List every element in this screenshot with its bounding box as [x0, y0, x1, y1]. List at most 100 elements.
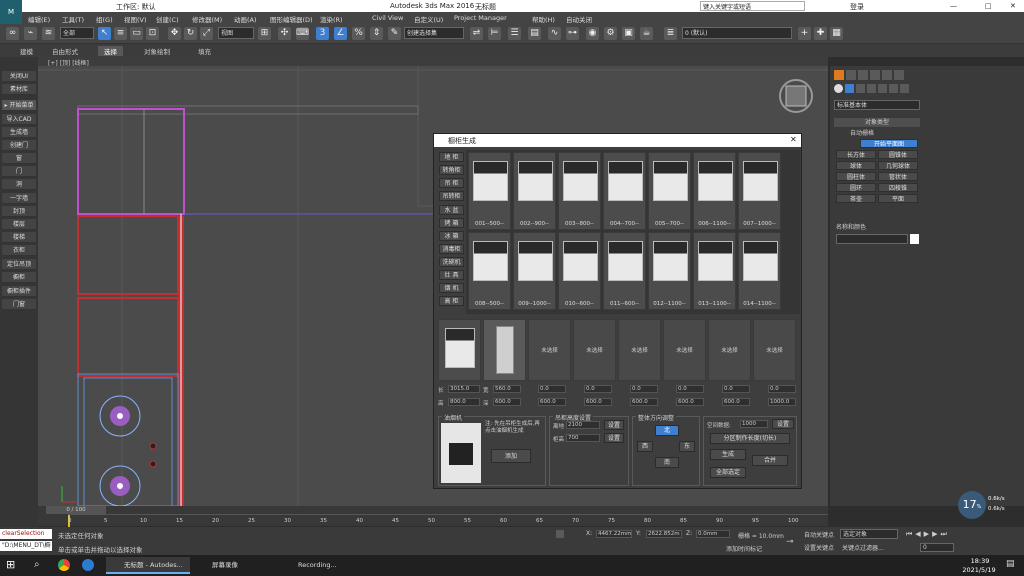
cabinet-thumb[interactable]: 001--500-- — [468, 152, 511, 230]
geosphere-button[interactable]: 几何球体 — [878, 161, 918, 170]
render-production-icon[interactable]: ☕ — [640, 27, 653, 40]
taskbar-recording[interactable]: Recording... — [280, 557, 360, 574]
left-item-import-cad[interactable]: 导入CAD — [2, 114, 36, 125]
layer-manager-icon[interactable]: ☰ — [508, 27, 521, 40]
close-ui-button[interactable]: 关闭UI — [2, 71, 36, 82]
menu-auto-close[interactable]: 自动关闭 — [566, 14, 592, 24]
mirror-icon[interactable]: ⇌ — [470, 27, 483, 40]
app-logo-icon[interactable]: M — [0, 0, 22, 24]
category-sink[interactable]: 水 盆 — [439, 205, 464, 215]
minimize-icon[interactable]: — — [950, 2, 957, 10]
dim-field[interactable]: 600.0 — [584, 398, 612, 406]
empty-slot[interactable]: 未选择 — [573, 319, 616, 381]
category-tall-cabinet[interactable]: 高 柜 — [439, 296, 464, 306]
dim-field[interactable]: 0.0 — [630, 385, 658, 393]
dim-field[interactable]: 600.0 — [630, 398, 658, 406]
notification-icon[interactable]: ▤ — [1006, 559, 1018, 571]
close-icon[interactable]: ✕ — [1010, 2, 1016, 10]
menu-edit[interactable]: 编辑(E) — [28, 14, 50, 24]
hood-add-button[interactable]: 添加 — [491, 449, 531, 463]
start-menu-header[interactable]: ▸ 开始菜单 — [2, 100, 36, 111]
menu-help[interactable]: 帮助(H) — [532, 14, 555, 24]
start-floorplan-button[interactable]: 开始平面图 — [860, 139, 918, 148]
dim-field[interactable]: 0.0 — [538, 385, 566, 393]
pyramid-button[interactable]: 四棱锥 — [878, 183, 918, 192]
tab-populate[interactable]: 填充 — [192, 46, 217, 56]
empty-slot[interactable]: 未选择 — [528, 319, 571, 381]
menu-civil-view[interactable]: Civil View — [372, 14, 403, 22]
link-icon[interactable]: ∞ — [6, 27, 19, 40]
motion-tab-icon[interactable] — [870, 70, 880, 80]
left-item-straight-wall[interactable]: 一字墙 — [2, 193, 36, 204]
left-item-cabinet[interactable]: 橱柜 — [2, 272, 36, 283]
windows-start-icon[interactable]: ⊞ — [6, 559, 18, 571]
torus-button[interactable]: 圆环 — [836, 183, 876, 192]
height-field[interactable]: 800.0 — [448, 398, 480, 406]
menu-view[interactable]: 视图(V) — [124, 14, 147, 24]
keyboard-shortcut-icon[interactable]: ⌨ — [296, 27, 309, 40]
maximize-icon[interactable]: □ — [985, 2, 992, 10]
move-icon[interactable]: ✥ — [168, 27, 181, 40]
empty-slot[interactable]: 未选择 — [618, 319, 661, 381]
set-key-label[interactable]: 设置关键点 — [804, 543, 834, 552]
add-time-tag[interactable]: 添加时间标记 — [726, 544, 762, 553]
box-button[interactable]: 长方体 — [836, 150, 876, 159]
teapot-button[interactable]: 茶壶 — [836, 194, 876, 203]
selected-slot[interactable] — [438, 319, 481, 381]
length-field[interactable]: 3015.0 — [448, 385, 480, 393]
login-link[interactable]: 登录 — [850, 2, 864, 12]
material-editor-icon[interactable]: ◉ — [586, 27, 599, 40]
direction-east-button[interactable]: 东 — [679, 441, 695, 452]
object-type-header[interactable]: 对象类型 — [834, 118, 920, 127]
cabinet-thumb[interactable]: 012--1100-- — [648, 232, 691, 310]
left-item-walls[interactable]: 生成墙 — [2, 127, 36, 138]
tab-modeling[interactable]: 建模 — [14, 46, 39, 56]
schematic-view-icon[interactable]: ⊶ — [566, 27, 579, 40]
menu-customize[interactable]: 自定义(U) — [414, 14, 443, 24]
unlink-icon[interactable]: ⌁ — [24, 27, 37, 40]
snaps-toggle-icon[interactable]: 3 — [316, 27, 329, 40]
dim-field[interactable]: 0.0 — [722, 385, 750, 393]
taskbar-screen-recorder[interactable]: 屏幕录像 — [194, 557, 274, 574]
menu-rendering[interactable]: 渲染(R) — [320, 14, 343, 24]
select-object-icon[interactable]: ↖ — [98, 27, 111, 40]
key-filters-button[interactable]: 关键点过滤器... — [842, 543, 884, 552]
plane-button[interactable]: 平面 — [878, 194, 918, 203]
space-set-button[interactable]: 设置 — [772, 419, 794, 429]
selection-filter-dropdown[interactable]: 全部 — [60, 27, 94, 39]
cabinet-thumb[interactable]: 009--1000-- — [513, 232, 556, 310]
key-icon[interactable]: ⊸ — [786, 537, 800, 547]
maxscript-listener[interactable]: clearSelection — [0, 529, 52, 539]
maxscript-path[interactable]: "D:\MENU_DT\橱 — [0, 541, 52, 551]
floor-height-field[interactable]: 2100 — [566, 421, 600, 429]
time-slider[interactable]: 0 / 100 — [46, 506, 106, 514]
name-color-header[interactable]: 名称和颜色 — [834, 222, 920, 231]
search-input[interactable]: 键入关键字或短语 — [700, 1, 805, 11]
rotate-icon[interactable]: ↻ — [184, 27, 197, 40]
cabinet-thumb[interactable]: 014--1100-- — [738, 232, 781, 310]
playback-controls[interactable]: ⏮◀▶▶⏭ — [906, 530, 1016, 539]
bind-space-warp-icon[interactable]: ≋ — [42, 27, 55, 40]
lights-icon[interactable] — [856, 84, 865, 93]
height-set-button[interactable]: 设置 — [604, 420, 624, 430]
left-item-door[interactable]: 门 — [2, 166, 36, 177]
render-setup-icon[interactable]: ⚙ — [604, 27, 617, 40]
material-library-button[interactable]: 素材库 — [2, 84, 36, 95]
category-disinfection[interactable]: 消毒柜 — [439, 244, 464, 254]
dialog-title-bar[interactable]: 橱柜生成 ✕ — [434, 134, 801, 147]
align-icon[interactable]: ⊨ — [488, 27, 501, 40]
workspace-label[interactable]: 工作区: 默认 — [116, 2, 156, 12]
percent-snap-icon[interactable]: % — [352, 27, 365, 40]
chrome-icon[interactable] — [58, 559, 70, 571]
depth-field[interactable]: 600.0 — [493, 398, 521, 406]
current-frame-field[interactable]: 0 — [920, 543, 954, 552]
cone-button[interactable]: 圆锥体 — [878, 150, 918, 159]
z-coordinate[interactable]: 0.0mm — [696, 530, 730, 538]
scale-icon[interactable]: ⤢ — [200, 27, 213, 40]
layer-icon[interactable]: ≣ — [664, 27, 677, 40]
category-corner-cabinet[interactable]: 转角柜 — [439, 165, 464, 175]
category-fridge[interactable]: 冰 箱 — [439, 231, 464, 241]
window-crossing-icon[interactable]: ⊡ — [146, 27, 159, 40]
tab-object-paint[interactable]: 对象绘制 — [138, 46, 176, 56]
search-icon[interactable]: ⌕ — [34, 559, 46, 571]
